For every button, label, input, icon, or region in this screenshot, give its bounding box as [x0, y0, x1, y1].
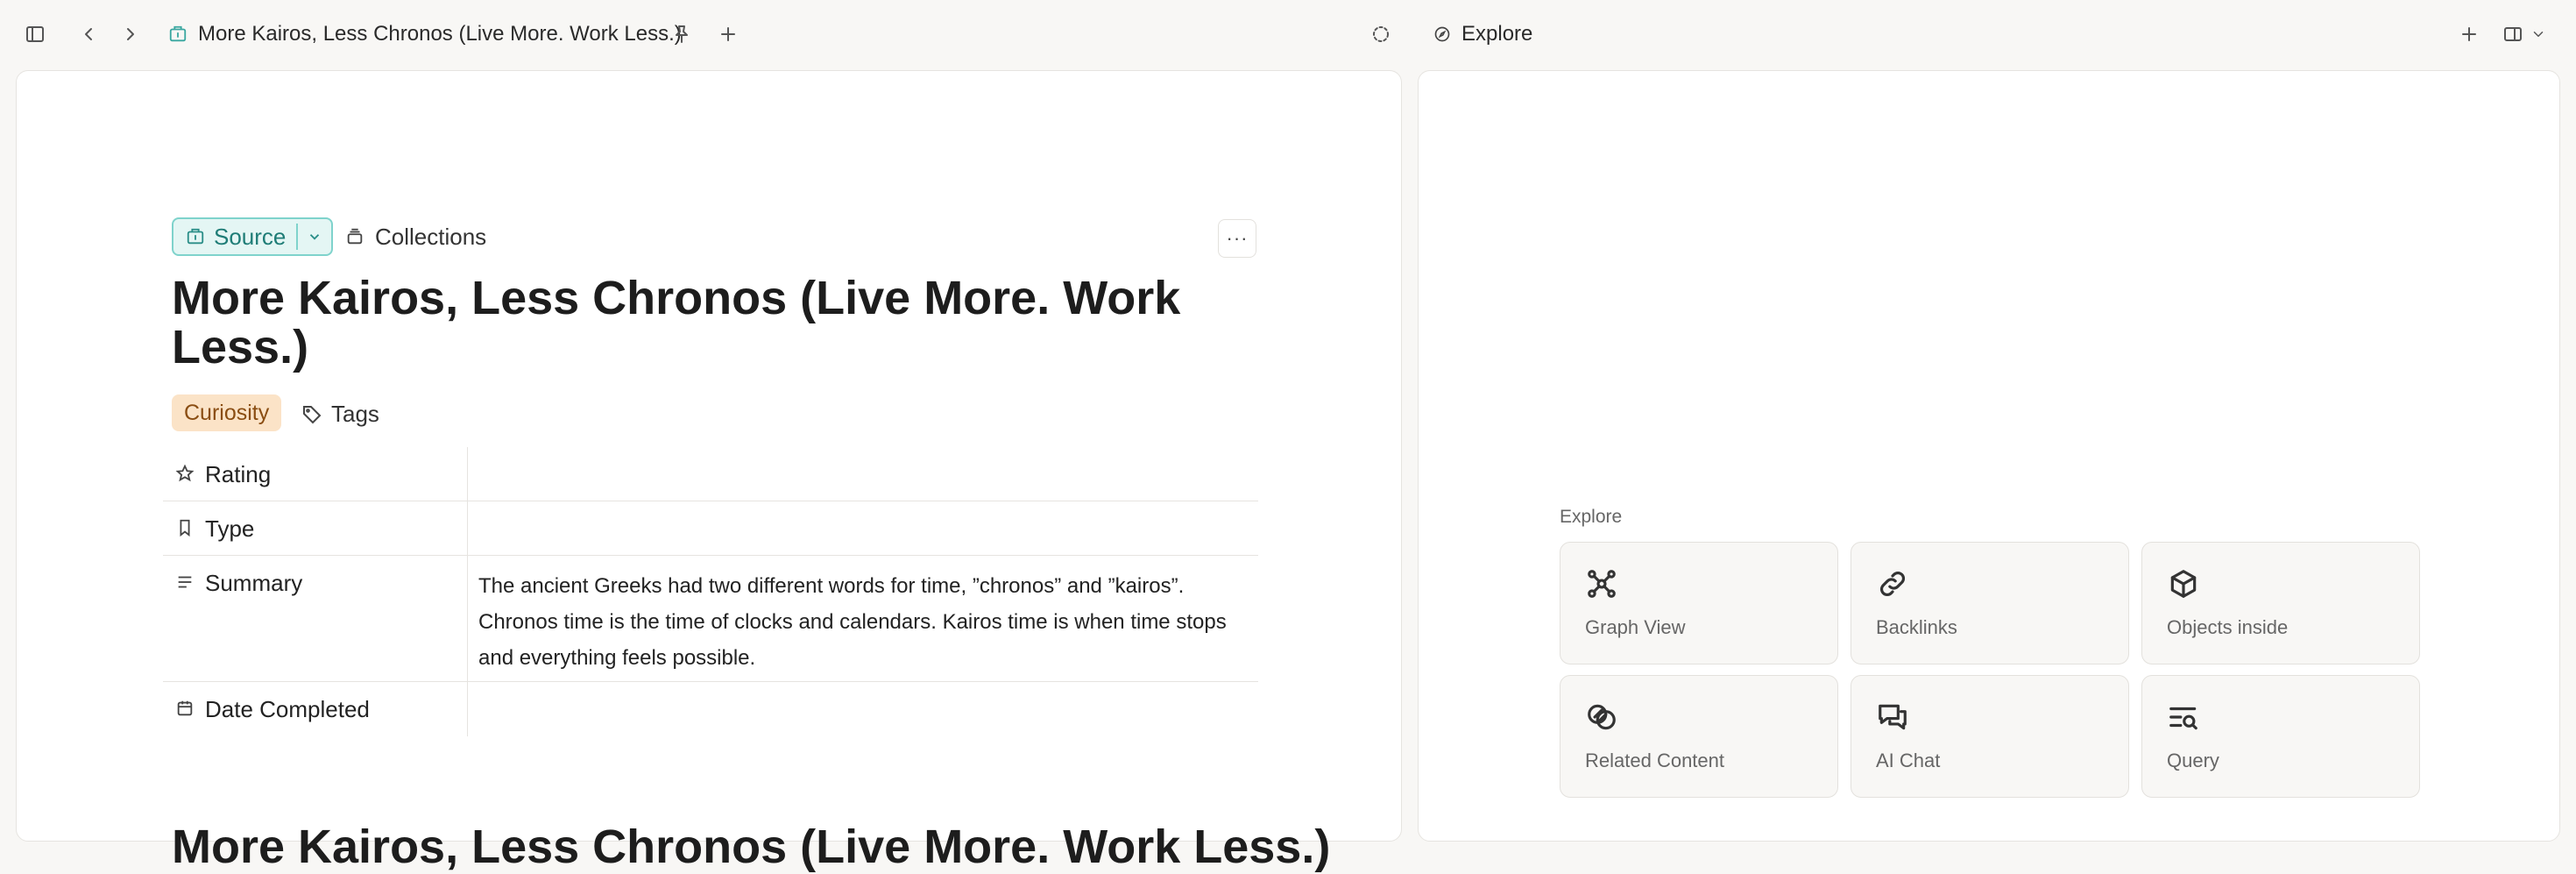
content-heading[interactable]: More Kairos, Less Chronos (Live More. Wo… — [172, 820, 1330, 874]
property-value-date-completed[interactable] — [468, 682, 1258, 736]
property-label[interactable]: Summary — [163, 556, 468, 681]
property-row-type: Type — [163, 501, 1258, 556]
tag-icon — [303, 406, 322, 424]
explore-card-related-content[interactable]: Related Content — [1560, 675, 1838, 798]
explore-card-graph-view[interactable]: Graph View — [1560, 542, 1838, 664]
card-label: Query — [2167, 750, 2219, 771]
source-type-chip[interactable]: Source — [172, 217, 334, 256]
sidebar-toggle-icon[interactable] — [16, 15, 54, 53]
sync-icon[interactable] — [1362, 15, 1400, 53]
explore-card-objects-inside[interactable]: Objects inside — [2141, 542, 2420, 664]
explore-card-backlinks[interactable]: Backlinks — [1851, 542, 2129, 664]
property-value-summary[interactable]: The ancient Greeks had two different wor… — [468, 556, 1258, 681]
property-label[interactable]: Date Completed — [163, 682, 468, 736]
page-title[interactable]: More Kairos, Less Chronos (Live More. Wo… — [172, 274, 1258, 372]
calendar-icon — [177, 700, 193, 716]
graph-icon — [1588, 570, 1616, 598]
query-icon — [2169, 707, 2197, 730]
tags-button[interactable]: Tags — [301, 396, 379, 431]
property-value-rating[interactable] — [468, 447, 1258, 501]
type-dropdown-button[interactable] — [298, 229, 331, 245]
compass-icon — [1434, 26, 1450, 42]
property-label[interactable]: Type — [163, 501, 468, 555]
chat-icon — [1879, 704, 1907, 730]
back-icon[interactable] — [69, 15, 108, 53]
card-label: AI Chat — [1876, 750, 1941, 771]
chevron-down-icon — [310, 234, 320, 240]
cube-icon — [2170, 570, 2197, 598]
note-tab[interactable]: More Kairos, Less Chronos (Live More. Wo… — [168, 18, 682, 51]
property-row-date-completed: Date Completed — [163, 682, 1258, 736]
property-row-rating: Rating — [163, 447, 1258, 501]
tags-label: Tags — [331, 400, 379, 427]
explore-card-query[interactable]: Query — [2141, 675, 2420, 798]
property-value-type[interactable] — [468, 501, 1258, 555]
chevron-down-icon[interactable] — [2525, 15, 2551, 53]
related-icon — [1588, 704, 1616, 730]
link-icon — [1880, 572, 1905, 596]
pin-icon[interactable] — [662, 15, 701, 53]
more-options-button[interactable]: ··· — [1218, 219, 1256, 258]
explore-tab[interactable]: Explore — [1433, 18, 1532, 51]
source-type-label: Source — [214, 223, 287, 250]
explore-section-label: Explore — [1560, 507, 1623, 527]
property-label[interactable]: Rating — [163, 447, 468, 501]
properties-table: Rating Type Summary The ancient Greeks h… — [163, 447, 1258, 736]
tab-title: More Kairos, Less Chronos (Live More. Wo… — [198, 22, 682, 46]
new-tab-icon[interactable] — [709, 15, 747, 53]
tag-curiosity[interactable]: Curiosity — [172, 394, 282, 431]
card-label: Backlinks — [1876, 616, 1957, 638]
collections-icon — [347, 228, 363, 245]
collections-button[interactable]: Collections — [345, 219, 486, 254]
add-icon[interactable] — [2450, 15, 2488, 53]
explore-card-ai-chat[interactable]: AI Chat — [1851, 675, 2129, 798]
forward-icon[interactable] — [111, 15, 150, 53]
collections-label: Collections — [375, 223, 487, 250]
card-label: Objects inside — [2167, 616, 2289, 638]
explore-tab-title: Explore — [1461, 22, 1533, 46]
star-icon — [175, 464, 195, 482]
text-lines-icon — [178, 576, 192, 588]
top-bar: More Kairos, Less Chronos (Live More. Wo… — [0, 0, 2576, 68]
source-icon — [169, 25, 187, 42]
card-label: Related Content — [1585, 750, 1724, 771]
bookmark-icon — [180, 519, 190, 537]
source-icon — [187, 228, 204, 245]
card-label: Graph View — [1585, 616, 1686, 638]
property-row-summary: Summary The ancient Greeks had two diffe… — [163, 556, 1258, 682]
